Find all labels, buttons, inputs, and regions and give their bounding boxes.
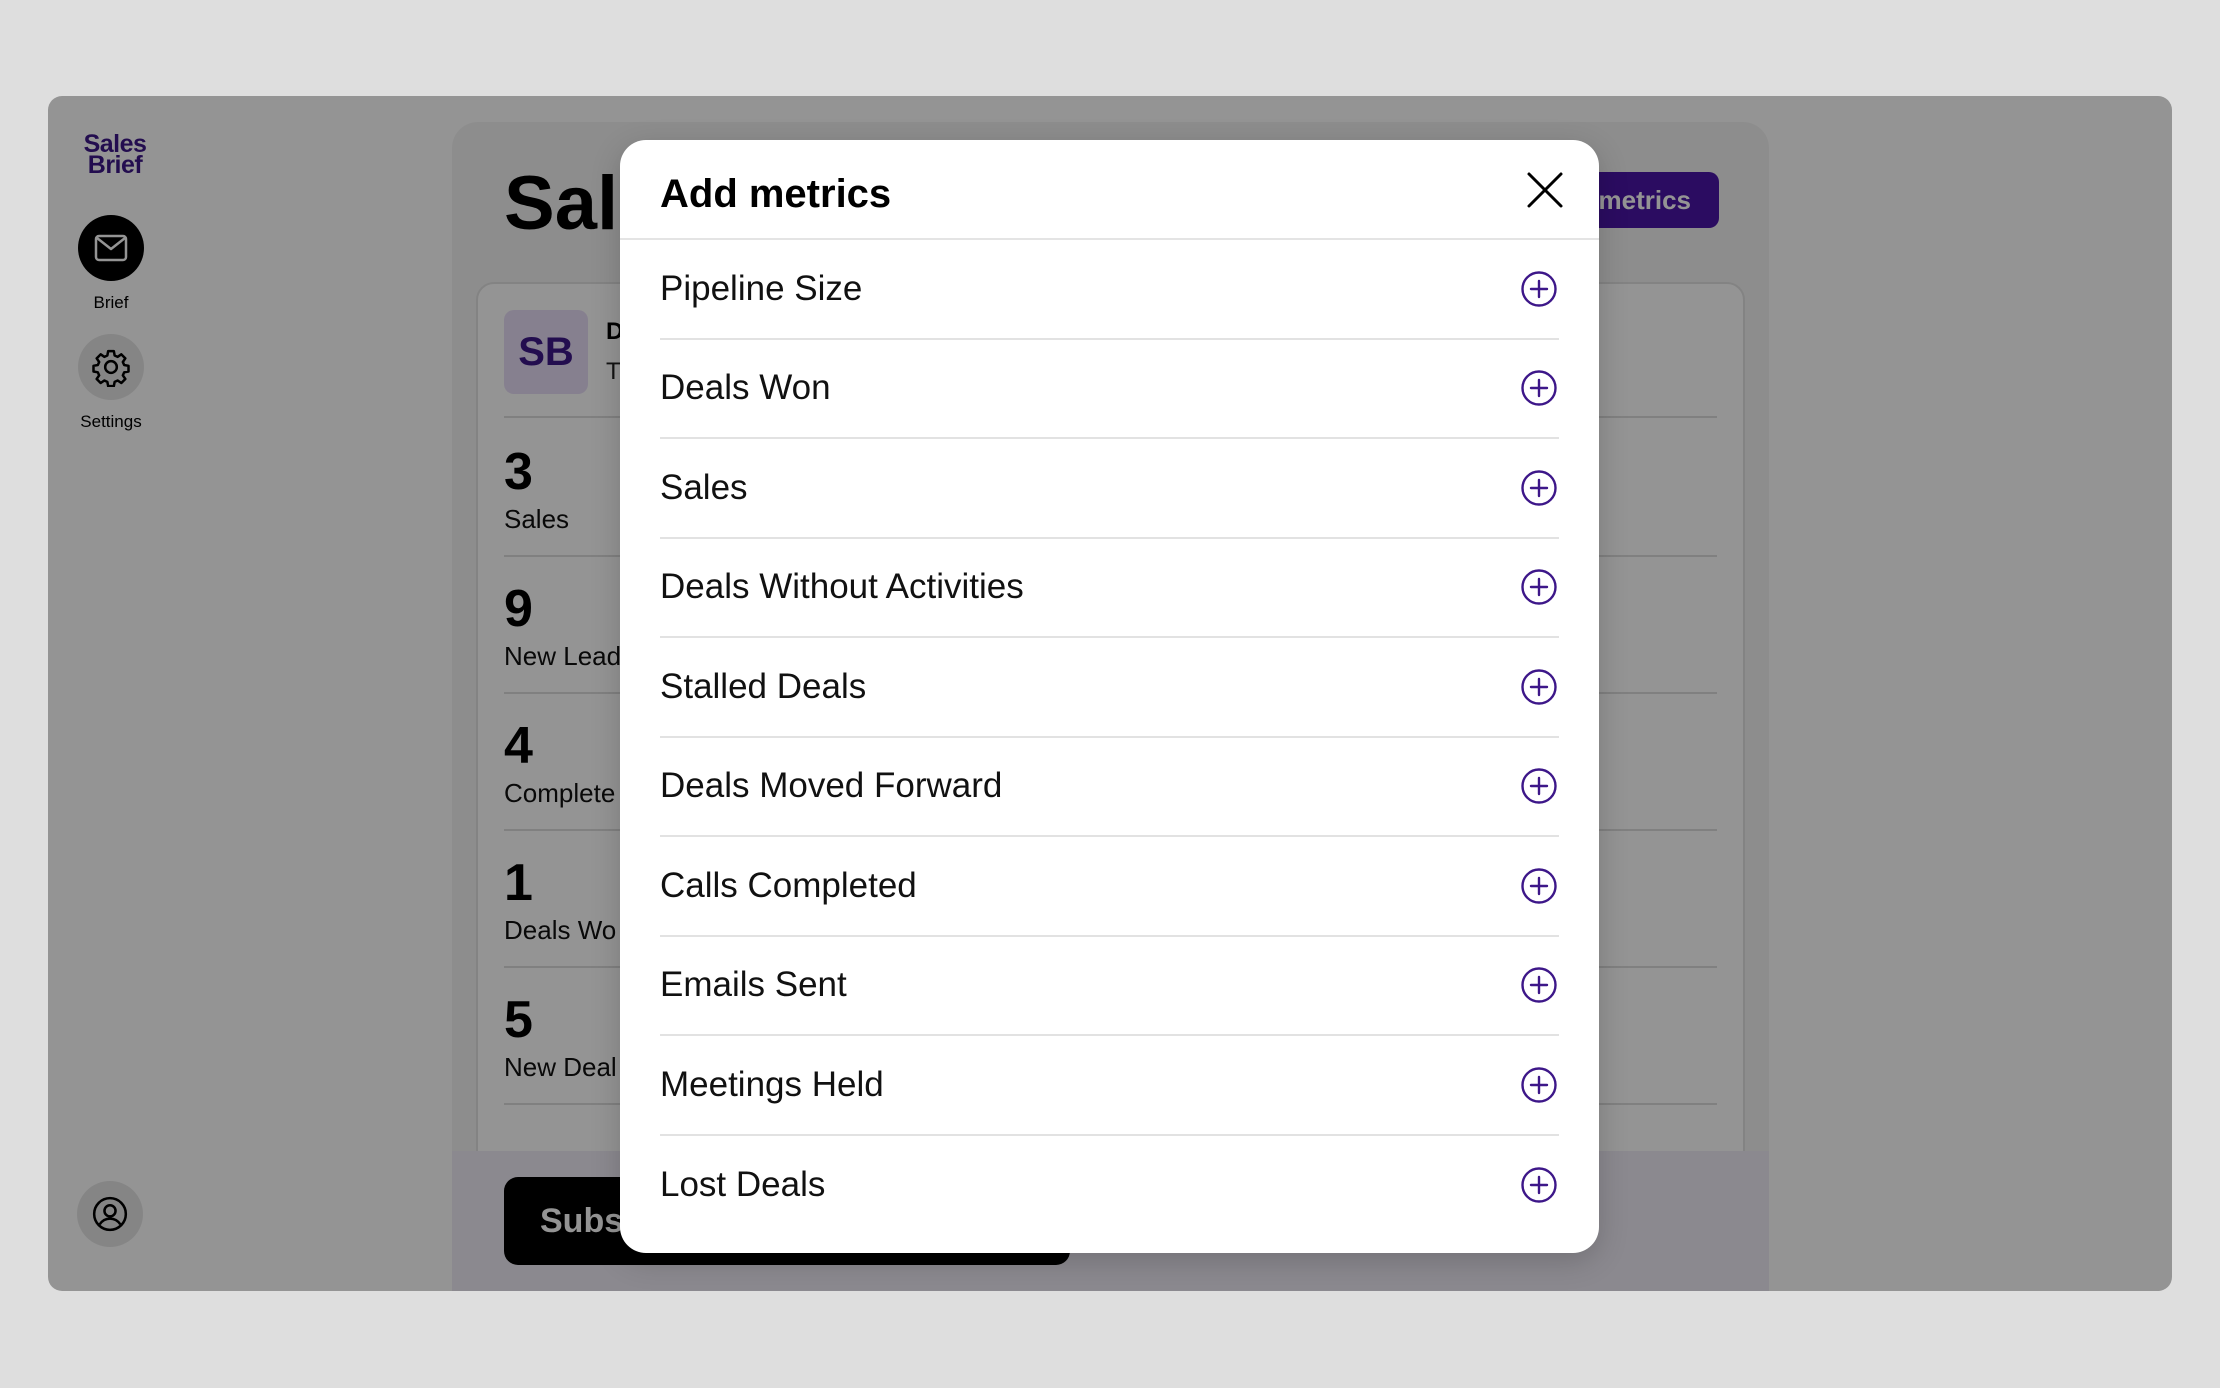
list-item[interactable]: Deals Without Activities xyxy=(660,539,1559,638)
list-item[interactable]: Deals Won xyxy=(660,340,1559,439)
list-item[interactable]: Stalled Deals xyxy=(660,638,1559,738)
metric-option-label: Meetings Held xyxy=(660,1064,884,1104)
metric-option-label: Calls Completed xyxy=(660,865,917,905)
plus-circle-icon xyxy=(1521,470,1557,506)
plus-circle-icon xyxy=(1521,1167,1557,1203)
add-metric-button[interactable] xyxy=(1519,1165,1559,1205)
metric-option-label: Emails Sent xyxy=(660,965,847,1005)
close-icon xyxy=(1527,172,1563,208)
list-item[interactable]: Deals Moved Forward xyxy=(660,738,1559,837)
add-metrics-modal: Add metrics Pipeline Size Deals Won Sale… xyxy=(620,140,1599,1253)
list-item[interactable]: Meetings Held xyxy=(660,1036,1559,1136)
add-metric-button[interactable] xyxy=(1519,567,1559,607)
plus-circle-icon xyxy=(1521,669,1557,705)
modal-title: Add metrics xyxy=(660,172,892,216)
add-metric-button[interactable] xyxy=(1519,866,1559,906)
add-metric-button[interactable] xyxy=(1519,269,1559,309)
plus-circle-icon xyxy=(1521,768,1557,804)
add-metric-button[interactable] xyxy=(1519,368,1559,408)
add-metric-button[interactable] xyxy=(1519,965,1559,1005)
plus-circle-icon xyxy=(1521,569,1557,605)
metric-option-label: Deals Moved Forward xyxy=(660,766,1003,806)
list-item[interactable]: Pipeline Size xyxy=(660,240,1559,340)
plus-circle-icon xyxy=(1521,868,1557,904)
plus-circle-icon xyxy=(1521,1067,1557,1103)
list-item[interactable]: Emails Sent xyxy=(660,937,1559,1036)
list-item[interactable]: Sales xyxy=(660,439,1559,539)
list-item[interactable]: Lost Deals xyxy=(660,1136,1559,1236)
metric-option-label: Deals Won xyxy=(660,368,831,408)
metric-option-label: Lost Deals xyxy=(660,1165,826,1205)
metric-option-label: Pipeline Size xyxy=(660,268,863,308)
plus-circle-icon xyxy=(1521,271,1557,307)
add-metric-button[interactable] xyxy=(1519,1065,1559,1105)
plus-circle-icon xyxy=(1521,967,1557,1003)
add-metric-button[interactable] xyxy=(1519,468,1559,508)
add-metric-button[interactable] xyxy=(1519,766,1559,806)
modal-header: Add metrics xyxy=(620,140,1599,240)
metric-option-label: Stalled Deals xyxy=(660,666,867,706)
metric-list: Pipeline Size Deals Won Sales Deals With… xyxy=(660,240,1559,1235)
metric-option-label: Sales xyxy=(660,467,748,507)
add-metric-button[interactable] xyxy=(1519,667,1559,707)
close-button[interactable] xyxy=(1523,168,1567,212)
plus-circle-icon xyxy=(1521,370,1557,406)
metric-option-label: Deals Without Activities xyxy=(660,567,1024,607)
list-item[interactable]: Calls Completed xyxy=(660,837,1559,937)
